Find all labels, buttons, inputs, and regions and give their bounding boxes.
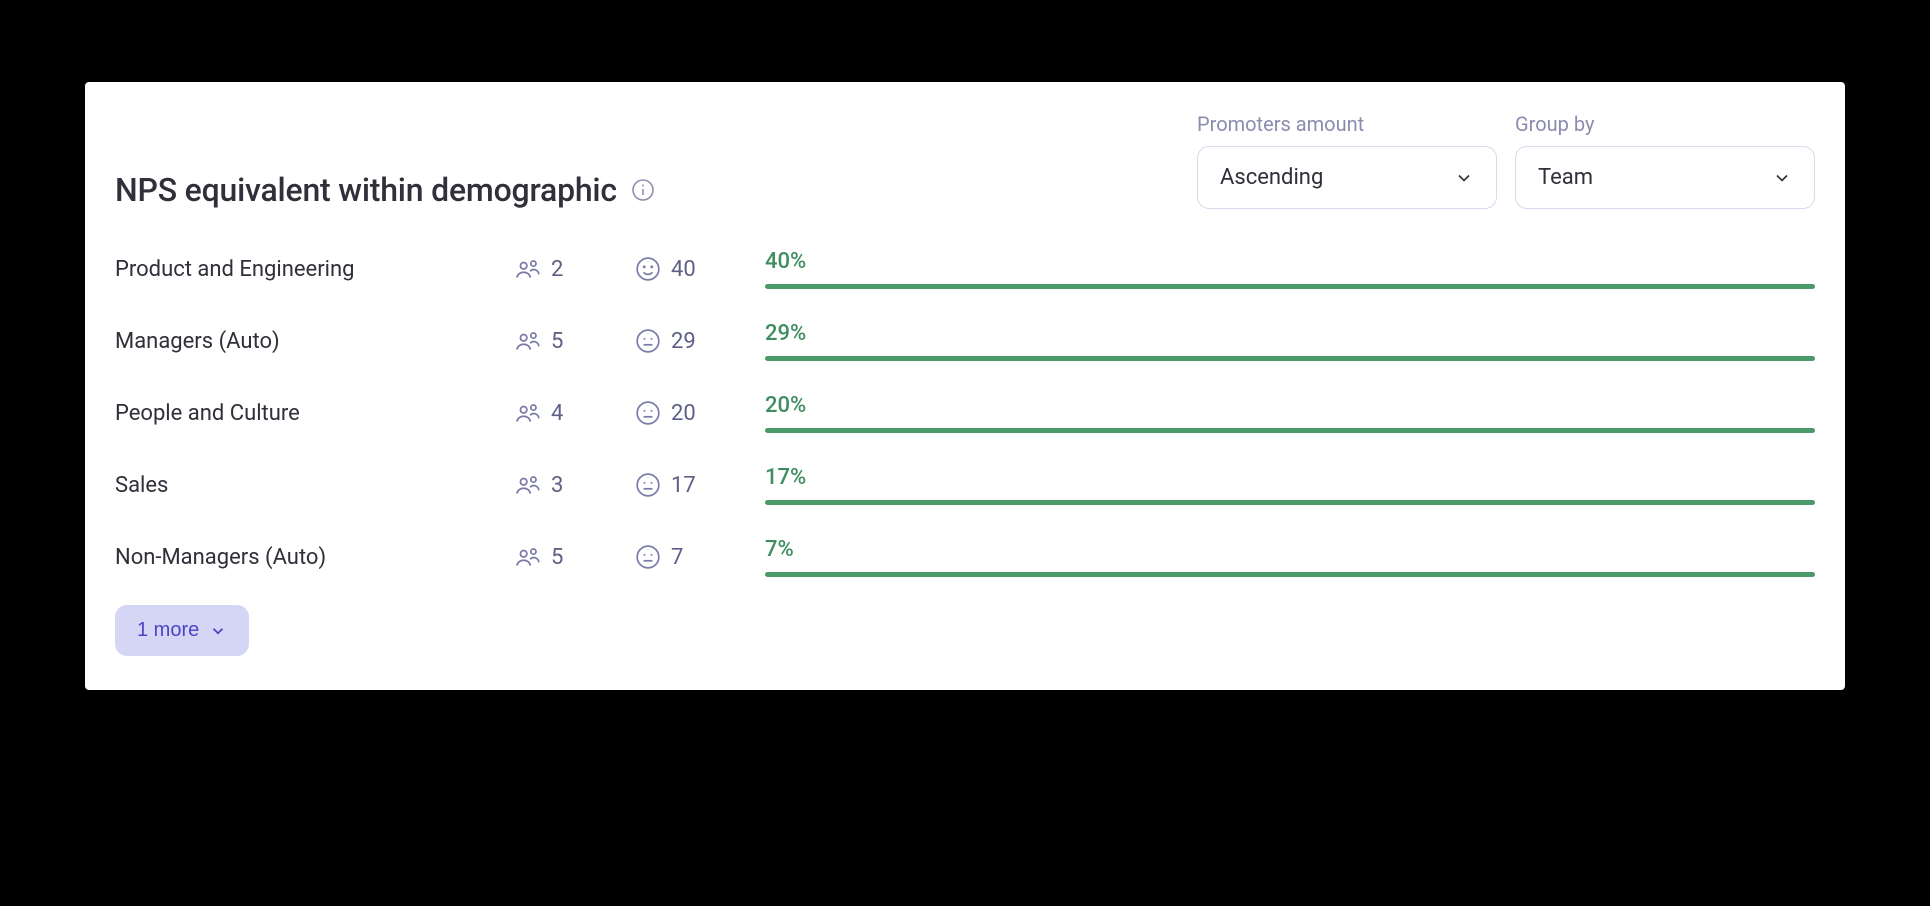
bar-zone: 29% (765, 321, 1815, 361)
rows-container: Product and Engineering 2 40 40% Managers (A… (115, 249, 1815, 577)
bar-zone: 40% (765, 249, 1815, 289)
score-stat: 7 (635, 544, 765, 570)
controls: Promoters amount Ascending Group by Team (1197, 112, 1815, 209)
nps-demographic-card: NPS equivalent within demographic Promot… (85, 82, 1845, 690)
bar (765, 284, 1815, 289)
sort-value: Ascending (1220, 165, 1323, 190)
people-icon (515, 544, 541, 570)
table-row: Product and Engineering 2 40 40% (115, 249, 1815, 289)
bar (765, 356, 1815, 361)
chevron-down-icon (1454, 168, 1474, 188)
table-row: People and Culture 4 20 20% (115, 393, 1815, 433)
people-stat: 4 (515, 400, 635, 426)
bar (765, 572, 1815, 577)
face-happy-icon (635, 256, 661, 282)
score-value: 29 (671, 329, 696, 354)
face-neutral-icon (635, 400, 661, 426)
bar-zone: 20% (765, 393, 1815, 433)
percent-label: 29% (765, 321, 1815, 346)
bar-zone: 17% (765, 465, 1815, 505)
percent-label: 40% (765, 249, 1815, 274)
row-name: Managers (Auto) (115, 329, 515, 354)
bar (765, 500, 1815, 505)
people-stat: 5 (515, 328, 635, 354)
card-header: NPS equivalent within demographic Promot… (115, 112, 1815, 209)
people-count: 5 (551, 329, 563, 354)
people-icon (515, 256, 541, 282)
people-stat: 5 (515, 544, 635, 570)
score-stat: 20 (635, 400, 765, 426)
face-neutral-icon (635, 328, 661, 354)
score-value: 20 (671, 401, 696, 426)
row-name: Sales (115, 473, 515, 498)
score-value: 7 (671, 545, 683, 570)
face-neutral-icon (635, 544, 661, 570)
info-icon[interactable] (631, 178, 655, 202)
people-icon (515, 400, 541, 426)
score-stat: 29 (635, 328, 765, 354)
group-label: Group by (1515, 112, 1815, 136)
row-name: Product and Engineering (115, 257, 515, 282)
bar-zone: 7% (765, 537, 1815, 577)
score-stat: 40 (635, 256, 765, 282)
score-value: 40 (671, 257, 696, 282)
people-count: 3 (551, 473, 563, 498)
percent-label: 20% (765, 393, 1815, 418)
show-more-button[interactable]: 1 more (115, 605, 249, 656)
table-row: Managers (Auto) 5 29 29% (115, 321, 1815, 361)
group-select[interactable]: Team (1515, 146, 1815, 209)
table-row: Sales 3 17 17% (115, 465, 1815, 505)
row-name: People and Culture (115, 401, 515, 426)
score-value: 17 (671, 473, 696, 498)
card-title: NPS equivalent within demographic (115, 171, 617, 209)
score-stat: 17 (635, 472, 765, 498)
percent-label: 17% (765, 465, 1815, 490)
table-row: Non-Managers (Auto) 5 7 7% (115, 537, 1815, 577)
people-icon (515, 472, 541, 498)
row-name: Non-Managers (Auto) (115, 545, 515, 570)
chevron-down-icon (1772, 168, 1792, 188)
people-count: 5 (551, 545, 563, 570)
people-count: 2 (551, 257, 563, 282)
sort-label: Promoters amount (1197, 112, 1497, 136)
people-stat: 3 (515, 472, 635, 498)
people-stat: 2 (515, 256, 635, 282)
bar (765, 428, 1815, 433)
percent-label: 7% (765, 537, 1815, 562)
group-value: Team (1538, 165, 1593, 190)
sort-select[interactable]: Ascending (1197, 146, 1497, 209)
chevron-down-icon (209, 622, 227, 640)
face-neutral-icon (635, 472, 661, 498)
show-more-label: 1 more (137, 619, 199, 642)
people-icon (515, 328, 541, 354)
people-count: 4 (551, 401, 563, 426)
